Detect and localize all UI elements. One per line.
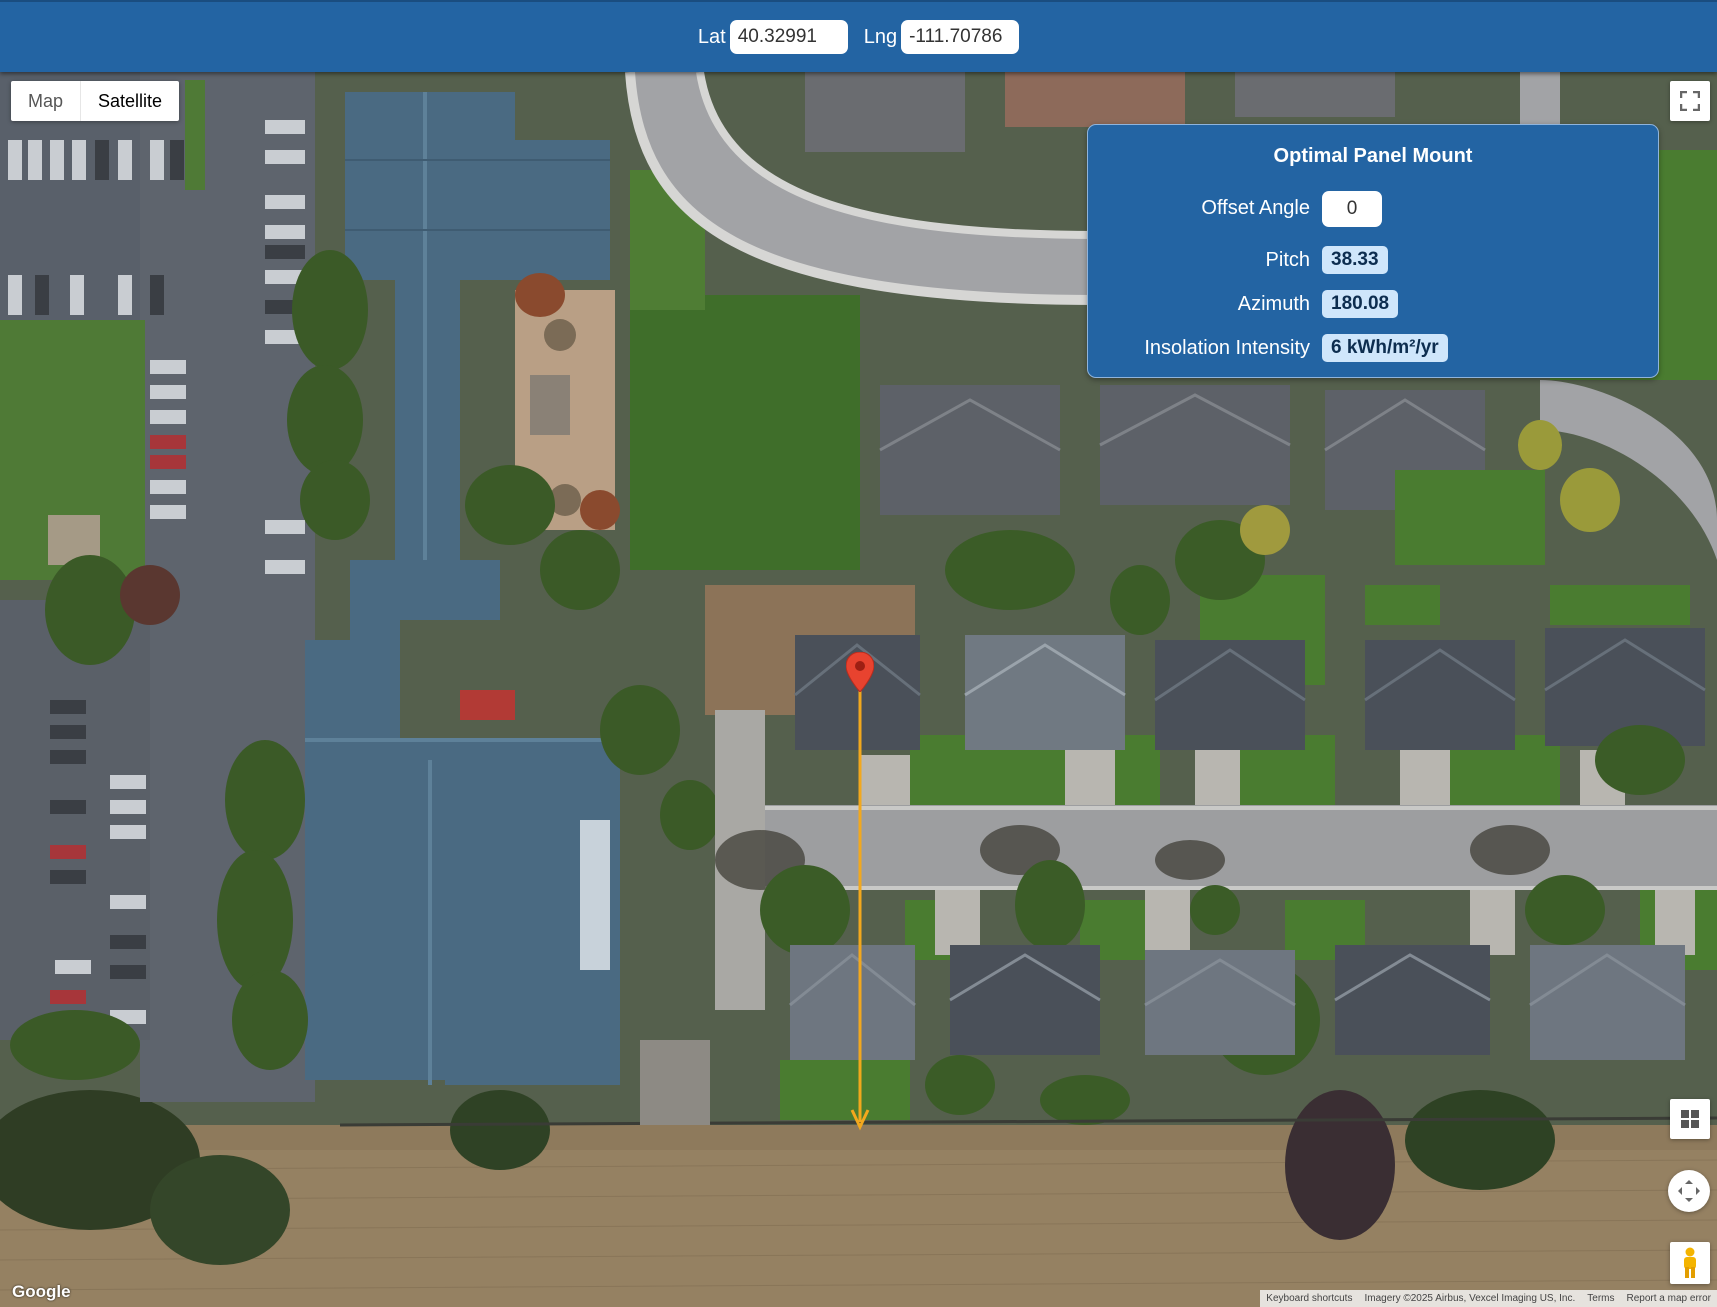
layers-button[interactable] bbox=[1670, 1099, 1710, 1139]
offset-angle-row: Offset Angle bbox=[1088, 191, 1658, 227]
azimuth-value: 180.08 bbox=[1322, 290, 1399, 318]
pitch-label: Pitch bbox=[1265, 249, 1310, 271]
azimuth-label: Azimuth bbox=[1237, 293, 1310, 315]
pitch-value: 38.33 bbox=[1322, 246, 1388, 274]
camera-control-icon bbox=[1678, 1180, 1700, 1202]
keyboard-shortcuts-link[interactable]: Keyboard shortcuts bbox=[1260, 1290, 1358, 1307]
panel-title: Optimal Panel Mount bbox=[1273, 145, 1473, 167]
pegman-icon bbox=[1684, 1247, 1696, 1278]
map-type-map-button[interactable]: Map bbox=[11, 81, 82, 121]
insolation-label: Insolation Intensity bbox=[1144, 337, 1310, 359]
fullscreen-icon bbox=[1680, 91, 1700, 111]
layers-icon bbox=[1681, 1110, 1699, 1128]
insolation-row: Insolation Intensity 6 kWh/m²/yr bbox=[1088, 331, 1658, 365]
map-attribution: Keyboard shortcuts Imagery ©2025 Airbus,… bbox=[1260, 1290, 1717, 1307]
map-pin-icon[interactable] bbox=[846, 652, 874, 692]
fullscreen-button[interactable] bbox=[1670, 81, 1710, 121]
lng-input[interactable] bbox=[901, 20, 1020, 54]
lat-input[interactable] bbox=[729, 20, 848, 54]
map-type-control: Map Satellite bbox=[11, 81, 180, 121]
lng-label: Lng bbox=[863, 25, 898, 48]
lat-group: Lat bbox=[698, 20, 848, 54]
insolation-value: 6 kWh/m²/yr bbox=[1322, 334, 1448, 362]
map-type-satellite-button[interactable]: Satellite bbox=[81, 81, 179, 121]
google-logo: Google bbox=[12, 1282, 71, 1301]
offset-angle-input[interactable] bbox=[1322, 191, 1382, 227]
azimuth-row: Azimuth 180.08 bbox=[1088, 287, 1658, 321]
coordinate-bar: Lat Lng bbox=[0, 0, 1717, 72]
lat-label: Lat bbox=[697, 25, 726, 48]
report-error-link[interactable]: Report a map error bbox=[1621, 1290, 1717, 1307]
lng-group: Lng bbox=[863, 20, 1020, 54]
pitch-row: Pitch 38.33 bbox=[1088, 243, 1658, 277]
imagery-credit: Imagery ©2025 Airbus, Vexcel Imaging US,… bbox=[1364, 1293, 1576, 1304]
offset-angle-label: Offset Angle bbox=[1201, 197, 1310, 219]
street-view-button[interactable] bbox=[1670, 1242, 1710, 1284]
terms-link[interactable]: Terms bbox=[1581, 1290, 1620, 1307]
optimal-panel-mount-card: Optimal Panel Mount Offset Angle Pitch 3… bbox=[1087, 124, 1659, 378]
camera-control-button[interactable] bbox=[1668, 1170, 1710, 1212]
